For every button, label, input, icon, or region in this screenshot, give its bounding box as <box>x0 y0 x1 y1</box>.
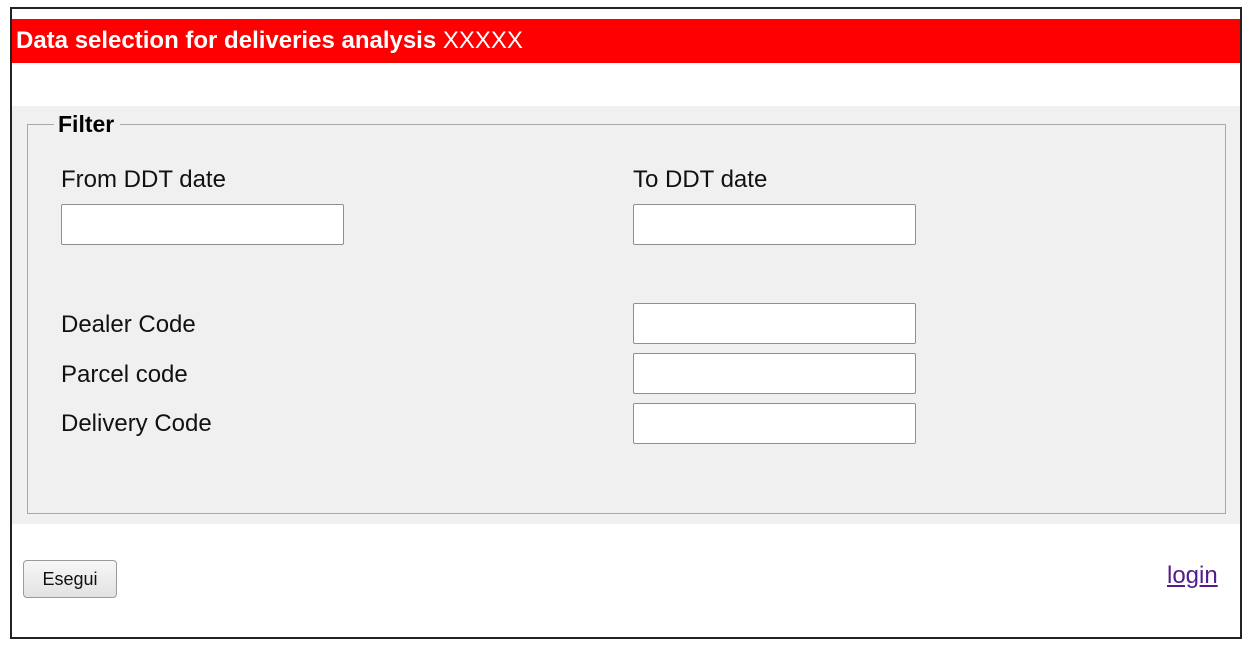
parcel-code-label: Parcel code <box>61 361 188 388</box>
login-link[interactable]: login <box>1167 562 1218 590</box>
execute-button[interactable]: Esegui <box>23 560 117 598</box>
delivery-code-input[interactable] <box>633 403 916 444</box>
page-title-suffix: XXXXX <box>442 27 523 54</box>
delivery-code-label: Delivery Code <box>61 410 212 437</box>
dealer-code-input[interactable] <box>633 303 916 344</box>
page-title-bar: Data selection for deliveries analysis X… <box>12 19 1240 63</box>
parcel-code-input[interactable] <box>633 353 916 394</box>
to-ddt-date-input[interactable] <box>633 204 916 245</box>
from-ddt-date-input[interactable] <box>61 204 344 245</box>
dealer-code-label: Dealer Code <box>61 311 196 338</box>
page-title: Data selection for deliveries analysis <box>16 27 437 54</box>
filter-legend: Filter <box>58 111 115 137</box>
from-ddt-date-label: From DDT date <box>61 166 226 193</box>
to-ddt-date-label: To DDT date <box>633 166 768 193</box>
